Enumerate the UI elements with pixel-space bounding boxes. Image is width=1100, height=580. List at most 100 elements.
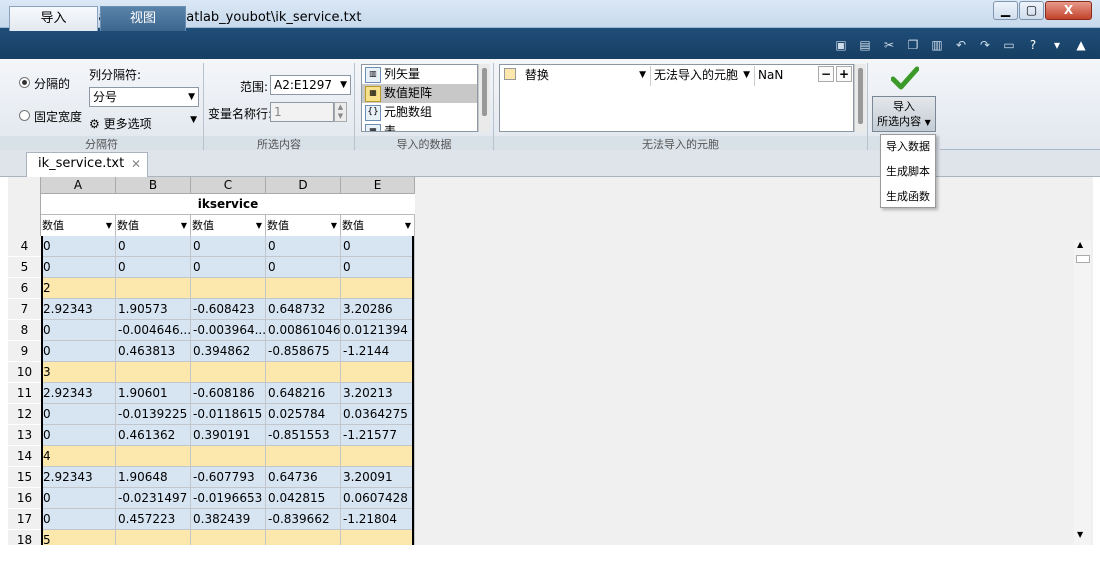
table-cell[interactable]: -0.607793 [191,467,266,488]
table-cell[interactable] [191,278,266,299]
row-number[interactable]: 13 [8,425,41,446]
column-header-c[interactable]: C [191,177,266,194]
scroll-up-icon[interactable]: ▲ [1077,240,1083,249]
rule-action-dropdown[interactable]: 替换 ▼ [501,66,649,86]
column-type-c[interactable]: 数值 ▼ [191,215,266,236]
new-icon[interactable]: ▣ [832,36,850,54]
table-cell[interactable]: 0 [41,509,116,530]
output-type-item[interactable]: ▥ 列矢量 [362,65,477,84]
table-cell[interactable] [341,446,415,467]
table-cell[interactable]: 4 [41,446,116,467]
data-preview-grid[interactable]: A B C D E ikservice 数值 ▼ 数值 ▼ 数值 ▼ 数值 ▼ 数值 ▼ … [8,177,1093,545]
table-cell[interactable]: 2 [41,278,116,299]
table-cell[interactable]: -1.21577 [341,425,415,446]
document-tab[interactable]: ik_service.txt ✕ [26,152,148,177]
table-cell[interactable] [341,530,415,545]
row-number[interactable]: 5 [8,257,41,278]
table-cell[interactable]: 0 [41,488,116,509]
table-cell[interactable]: 1.90648 [116,467,191,488]
rule-target-dropdown[interactable]: 无法导入的元胞 ▼ [650,66,753,86]
table-cell[interactable]: 0.648216 [266,383,341,404]
minimize-button[interactable]: ▁ [993,1,1018,20]
table-cell[interactable]: 0.00861046 [266,320,341,341]
row-number[interactable]: 16 [8,488,41,509]
table-cell[interactable] [191,530,266,545]
checkmark-icon[interactable] [891,66,919,90]
table-cell[interactable]: 0 [41,257,116,278]
table-cell[interactable]: 0.0364275 [341,404,415,425]
variable-name-field[interactable]: ikservice [41,194,415,215]
table-cell[interactable]: 0.461362 [116,425,191,446]
table-cell[interactable]: -0.003964... [191,320,266,341]
table-cell[interactable]: 0 [41,320,116,341]
table-cell[interactable] [266,446,341,467]
table-cell[interactable]: -0.0118615 [191,404,266,425]
table-cell[interactable]: 0 [341,257,415,278]
table-cell[interactable]: 2.92343 [41,467,116,488]
radio-fixed-width[interactable] [19,110,30,121]
table-cell[interactable] [116,530,191,545]
table-cell[interactable]: 0 [191,236,266,257]
table-cell[interactable]: 0.457223 [116,509,191,530]
table-cell[interactable] [116,278,191,299]
table-cell[interactable]: 0.025784 [266,404,341,425]
table-cell[interactable]: -0.839662 [266,509,341,530]
row-number[interactable]: 15 [8,467,41,488]
table-cell[interactable] [266,530,341,545]
table-cell[interactable]: -1.21804 [341,509,415,530]
column-header-d[interactable]: D [266,177,341,194]
table-cell[interactable]: 3.20286 [341,299,415,320]
row-number[interactable]: 18 [8,530,41,545]
undo-icon[interactable]: ↶ [952,36,970,54]
scroll-thumb[interactable] [1076,255,1090,263]
table-cell[interactable]: 0.394862 [191,341,266,362]
table-cell[interactable]: 0.64736 [266,467,341,488]
table-cell[interactable]: -0.0231497 [116,488,191,509]
table-cell[interactable]: 0.0607428 [341,488,415,509]
table-cell[interactable] [116,362,191,383]
table-cell[interactable]: -0.608423 [191,299,266,320]
redo-icon[interactable]: ↷ [976,36,994,54]
scroll-thumb[interactable] [858,68,863,124]
save-icon[interactable]: ▤ [856,36,874,54]
table-cell[interactable] [341,362,415,383]
output-type-list[interactable]: ▥ 列矢量 ▦ 数值矩阵 {} 元胞数组 ▦ 表 [361,64,478,132]
range-dropdown[interactable]: A2:E1297 ▼ [270,75,351,95]
menu-icon[interactable]: ▾ [1048,36,1066,54]
table-cell[interactable]: 0.382439 [191,509,266,530]
grid-scrollbar[interactable]: ▲ ▼ [1074,240,1091,545]
table-cell[interactable]: 0 [41,425,116,446]
row-number[interactable]: 7 [8,299,41,320]
column-type-a[interactable]: 数值 ▼ [41,215,116,236]
table-cell[interactable]: -0.0139225 [116,404,191,425]
table-cell[interactable] [116,446,191,467]
maximize-button[interactable]: ▢ [1019,1,1044,20]
column-type-e[interactable]: 数值 ▼ [341,215,415,236]
help-icon[interactable]: ? [1024,36,1042,54]
table-cell[interactable] [191,362,266,383]
table-cell[interactable]: 2.92343 [41,383,116,404]
row-number[interactable]: 8 [8,320,41,341]
menu-item-generate-function[interactable]: 生成函数 [881,185,935,209]
copy-icon[interactable]: ❐ [904,36,922,54]
column-sep-dropdown[interactable]: 分号 ▼ [89,87,199,107]
rule-value-input[interactable]: NaN [754,66,814,86]
column-header-b[interactable]: B [116,177,191,194]
column-type-b[interactable]: 数值 ▼ [116,215,191,236]
output-type-item[interactable]: ▦ 数值矩阵 [362,84,477,103]
table-cell[interactable]: 0 [266,257,341,278]
varname-row-input[interactable]: 1 [270,102,334,122]
column-type-d[interactable]: 数值 ▼ [266,215,341,236]
row-number[interactable]: 14 [8,446,41,467]
row-number[interactable]: 11 [8,383,41,404]
table-cell[interactable]: 0.390191 [191,425,266,446]
table-cell[interactable]: 3.20091 [341,467,415,488]
table-cell[interactable]: 1.90573 [116,299,191,320]
table-cell[interactable]: 2.92343 [41,299,116,320]
table-cell[interactable]: 3 [41,362,116,383]
table-cell[interactable]: 0.042815 [266,488,341,509]
table-cell[interactable]: -0.851553 [266,425,341,446]
close-tab-icon[interactable]: ✕ [131,153,141,175]
row-number[interactable]: 4 [8,236,41,257]
table-cell[interactable]: 0 [341,236,415,257]
